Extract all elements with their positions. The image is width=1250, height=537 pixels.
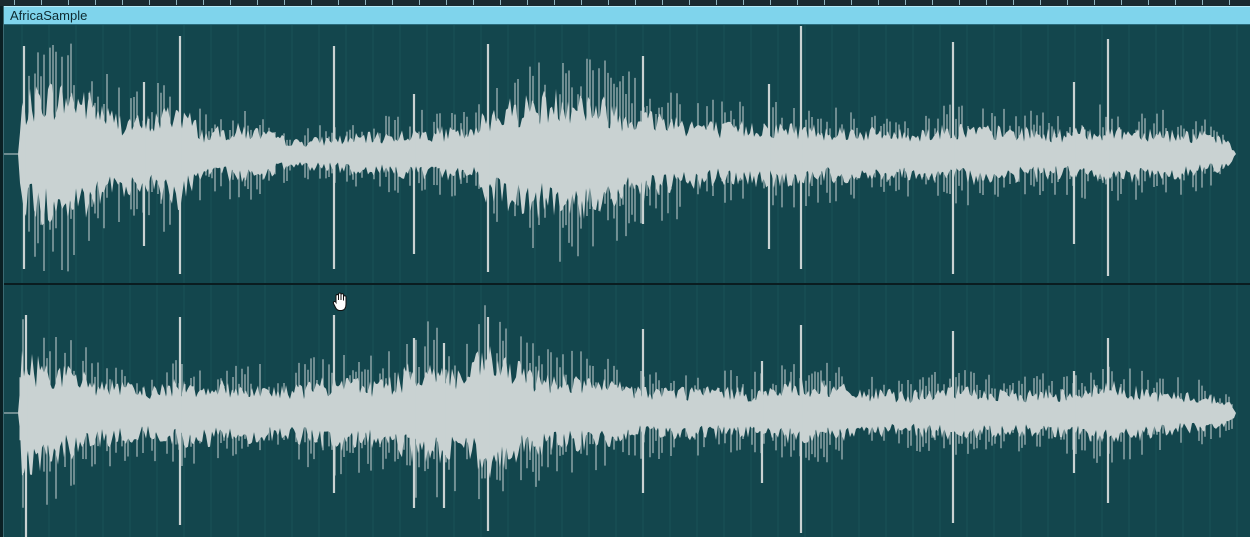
ruler-tick: [1067, 0, 1068, 5]
ruler-tick: [230, 0, 231, 5]
waveform-left-body: [18, 83, 1236, 226]
ruler-tick: [95, 0, 96, 5]
ruler-tick: [1040, 0, 1041, 5]
ruler-tick: [878, 0, 879, 5]
ruler-tick: [689, 0, 690, 5]
ruler-tick: [311, 0, 312, 5]
ruler-tick: [68, 0, 69, 5]
ruler-tick: [662, 0, 663, 5]
event-name-label: AfricaSample: [10, 8, 88, 23]
ruler-tick: [770, 0, 771, 5]
ruler-tick: [392, 0, 393, 5]
ruler-tick: [176, 0, 177, 5]
ruler-tick: [986, 0, 987, 5]
ruler-tick: [1148, 0, 1149, 5]
ruler-tick: [1202, 0, 1203, 5]
ruler-tick: [527, 0, 528, 5]
ruler-tick: [959, 0, 960, 5]
ruler-tick: [365, 0, 366, 5]
ruler-tick: [1121, 0, 1122, 5]
audio-event-body[interactable]: [4, 25, 1250, 537]
ruler-tick: [851, 0, 852, 5]
ruler-tick: [1013, 0, 1014, 5]
ruler-tick: [122, 0, 123, 5]
waveform-channel-left[interactable]: [4, 26, 1236, 276]
ruler-tick: [824, 0, 825, 5]
ruler-tick: [284, 0, 285, 5]
ruler-tick: [257, 0, 258, 5]
waveform-right-body: [18, 346, 1236, 479]
ruler-tick: [473, 0, 474, 5]
ruler-tick: [1175, 0, 1176, 5]
ruler-tick: [338, 0, 339, 5]
ruler-tick: [797, 0, 798, 5]
ruler-tick: [743, 0, 744, 5]
ruler-tick: [149, 0, 150, 5]
hand-grab-icon: [332, 292, 350, 312]
ruler-tick: [1229, 0, 1230, 5]
waveform-display[interactable]: [4, 25, 1250, 537]
ruler-tick: [932, 0, 933, 5]
ruler-tick: [608, 0, 609, 5]
ruler-tick: [419, 0, 420, 5]
ruler-tick: [1094, 0, 1095, 5]
ruler-tick: [446, 0, 447, 5]
ruler-tick: [905, 0, 906, 5]
waveform-channel-right[interactable]: [4, 305, 1236, 537]
ruler-tick: [14, 0, 15, 5]
ruler-tick: [716, 0, 717, 5]
ruler-tick: [203, 0, 204, 5]
audio-event-header[interactable]: AfricaSample: [4, 6, 1250, 25]
ruler-tick: [41, 0, 42, 5]
ruler-tick: [581, 0, 582, 5]
ruler-tick: [500, 0, 501, 5]
ruler-tick: [635, 0, 636, 5]
ruler-tick: [554, 0, 555, 5]
